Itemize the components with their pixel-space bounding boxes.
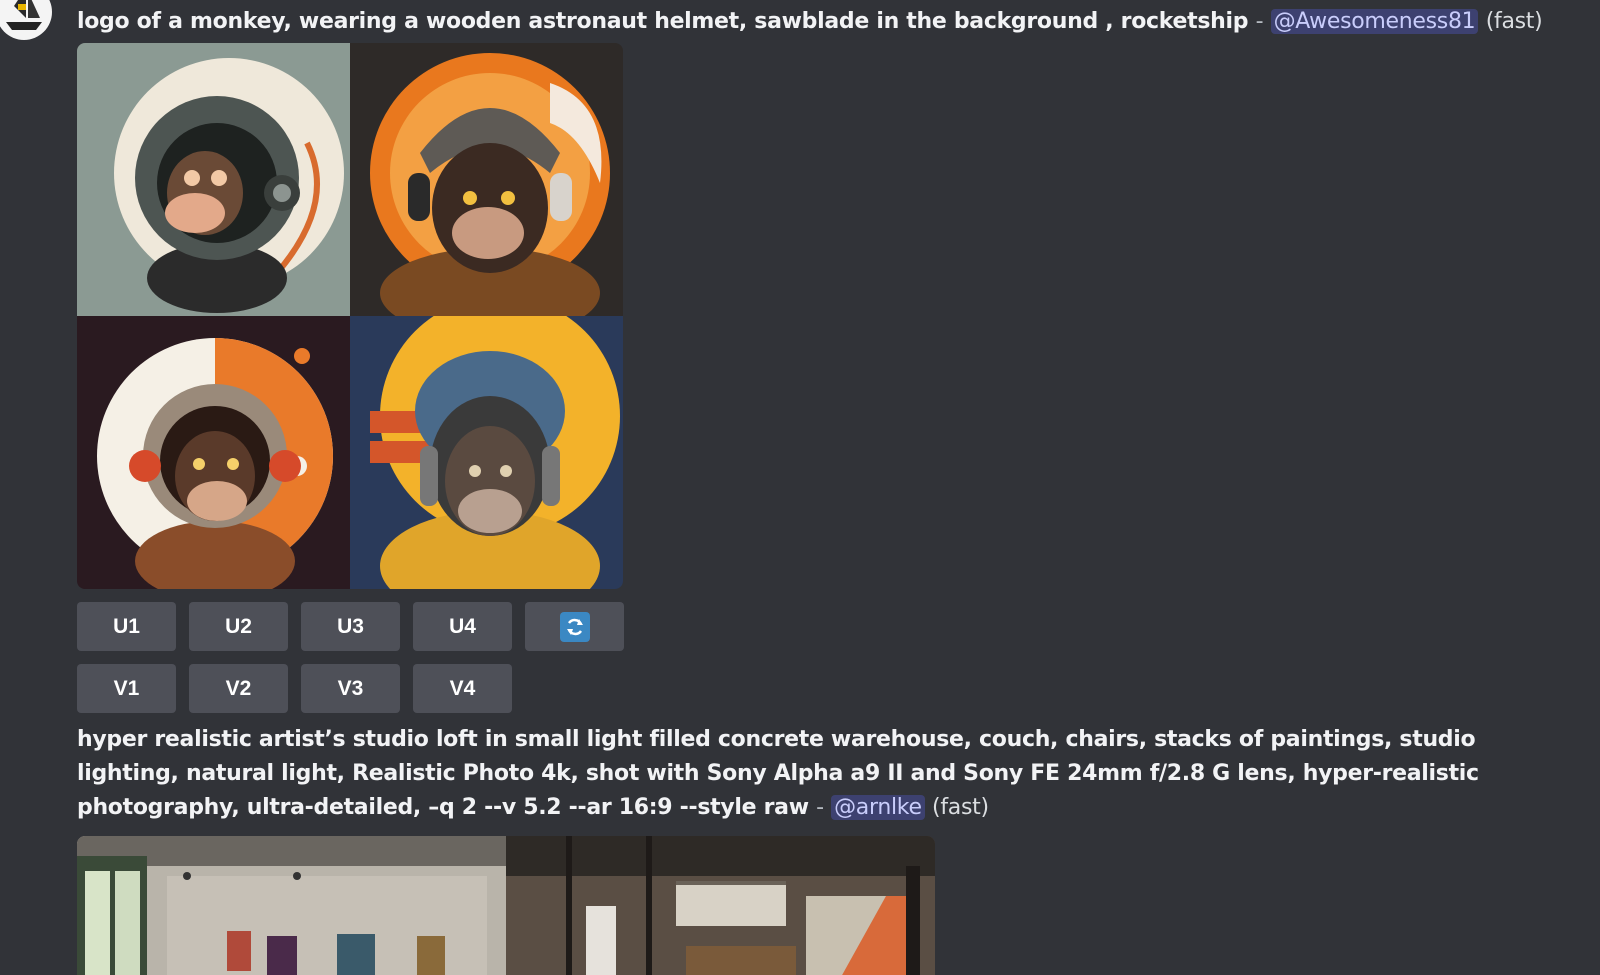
studio-loft-photo-icon: [506, 836, 935, 975]
v2-button[interactable]: V2: [189, 664, 288, 713]
monkey-astronaut-moon-icon: [77, 316, 350, 589]
separator: -: [1255, 9, 1264, 34]
u2-button[interactable]: U2: [189, 602, 288, 651]
studio-loft-photo-icon: [77, 836, 506, 975]
prompt-text: hyper realistic artist’s studio loft in …: [77, 727, 1479, 820]
studio-image-grid[interactable]: [77, 836, 935, 975]
message-1: logo of a monkey, wearing a wooden astro…: [77, 0, 1543, 34]
monkey-astronaut-yellow-icon: [350, 316, 623, 589]
prompt-text: logo of a monkey, wearing a wooden astro…: [77, 9, 1249, 34]
studio-image-1[interactable]: [77, 836, 506, 975]
u1-button[interactable]: U1: [77, 602, 176, 651]
message-1-text: logo of a monkey, wearing a wooden astro…: [77, 5, 1543, 39]
mode-label: (fast): [932, 795, 989, 820]
bot-avatar[interactable]: [0, 0, 52, 40]
studio-image-2[interactable]: [506, 836, 935, 975]
sailboat-icon: [6, 0, 42, 30]
reroll-button[interactable]: [525, 602, 624, 651]
monkey-astronaut-orange-icon: [350, 43, 623, 316]
message-2-text: hyper realistic artist’s studio loft in …: [77, 723, 1577, 825]
image-tile-3[interactable]: [77, 316, 350, 589]
separator: -: [816, 795, 824, 820]
monkey-astronaut-grey-icon: [77, 43, 350, 316]
image-tile-2[interactable]: [350, 43, 623, 316]
u4-button[interactable]: U4: [413, 602, 512, 651]
v4-button[interactable]: V4: [413, 664, 512, 713]
chat-area: logo of a monkey, wearing a wooden astro…: [0, 0, 1600, 975]
v1-button[interactable]: V1: [77, 664, 176, 713]
image-tile-4[interactable]: [350, 316, 623, 589]
message-2: hyper realistic artist’s studio loft in …: [77, 723, 1577, 825]
user-mention[interactable]: @arnlke: [831, 795, 925, 820]
image-tile-1[interactable]: [77, 43, 350, 316]
user-mention[interactable]: @Awesomeness81: [1270, 9, 1479, 34]
refresh-icon: [559, 611, 590, 642]
u3-button[interactable]: U3: [301, 602, 400, 651]
upscale-button-row: U1 U2 U3 U4: [77, 602, 624, 651]
mode-label: (fast): [1485, 9, 1543, 34]
image-grid[interactable]: [77, 43, 623, 589]
variation-button-row: V1 V2 V3 V4: [77, 664, 512, 713]
v3-button[interactable]: V3: [301, 664, 400, 713]
